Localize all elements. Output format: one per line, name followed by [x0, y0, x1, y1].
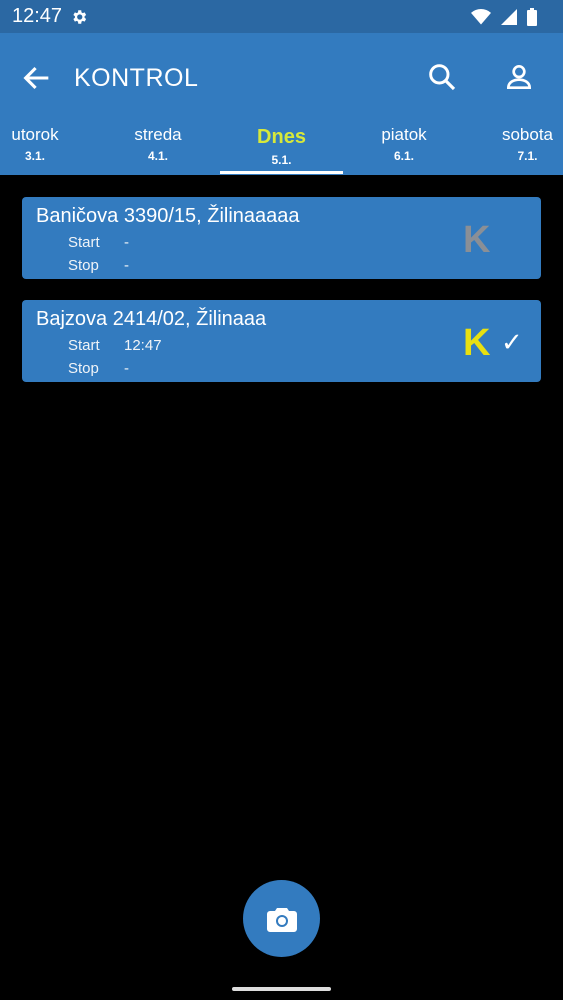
list-item[interactable]: Baničova 3390/15, Žilinaaaaa Start - Sto…	[22, 197, 541, 279]
day-tabs: utorok 3.1. streda 4.1. Dnes 5.1. piatok…	[0, 121, 563, 175]
tab-piatok[interactable]: piatok 6.1.	[358, 121, 450, 175]
control-k-badge: K	[463, 322, 491, 364]
tab-streda[interactable]: streda 4.1.	[112, 121, 204, 175]
tab-utorok[interactable]: utorok 3.1.	[0, 121, 70, 175]
status-time: 12:47	[12, 5, 63, 27]
tab-sobota[interactable]: sobota 7.1.	[492, 121, 563, 175]
app-bar: KONTROL	[0, 33, 563, 121]
list-item[interactable]: Bajzova 2414/02, Žilinaaa Start 12:47 St…	[22, 300, 541, 382]
item-address: Baničova 3390/15, Žilinaaaaa	[36, 205, 300, 227]
gesture-nav-bar[interactable]	[232, 987, 331, 991]
checkmark-icon: ✓	[501, 327, 523, 357]
status-right	[471, 7, 537, 26]
stop-row: Stop -	[68, 257, 129, 274]
gear-icon	[73, 9, 87, 24]
status-left: 12:47	[12, 5, 88, 28]
item-address: Bajzova 2414/02, Žilinaaa	[36, 308, 267, 330]
tab-label: utorok	[11, 125, 59, 144]
start-label: Start	[68, 337, 100, 354]
stop-label: Stop	[68, 257, 99, 274]
tab-label: streda	[134, 125, 182, 144]
tab-label: Dnes	[257, 126, 306, 148]
stop-row: Stop -	[68, 360, 129, 377]
tab-label: sobota	[501, 125, 554, 144]
search-icon[interactable]	[426, 61, 458, 93]
control-k-badge: K	[463, 219, 491, 261]
start-value: -	[124, 234, 129, 251]
start-row: Start -	[68, 234, 129, 251]
arrow-left-icon[interactable]	[20, 61, 54, 95]
tab-dnes[interactable]: Dnes 5.1.	[220, 121, 343, 175]
battery-icon	[527, 7, 537, 26]
signal-icon	[501, 8, 517, 25]
tab-date: 4.1.	[147, 149, 168, 163]
tab-label: piatok	[381, 125, 427, 144]
stop-label: Stop	[68, 360, 99, 377]
wifi-icon	[471, 8, 491, 24]
tab-indicator	[220, 171, 343, 174]
page-title: KONTROL	[74, 64, 199, 92]
stop-value: -	[124, 257, 129, 274]
tab-date: 6.1.	[393, 149, 414, 163]
camera-button[interactable]	[243, 880, 320, 957]
tab-date: 7.1.	[517, 149, 538, 163]
status-bar: 12:47	[0, 0, 563, 33]
start-label: Start	[68, 234, 100, 251]
camera-icon	[266, 907, 297, 932]
start-value: 12:47	[124, 337, 162, 354]
start-row: Start 12:47	[68, 337, 162, 354]
tab-date: 3.1.	[24, 149, 45, 163]
stop-value: -	[124, 360, 129, 377]
user-icon[interactable]	[503, 61, 535, 93]
tab-date: 5.1.	[271, 153, 292, 167]
